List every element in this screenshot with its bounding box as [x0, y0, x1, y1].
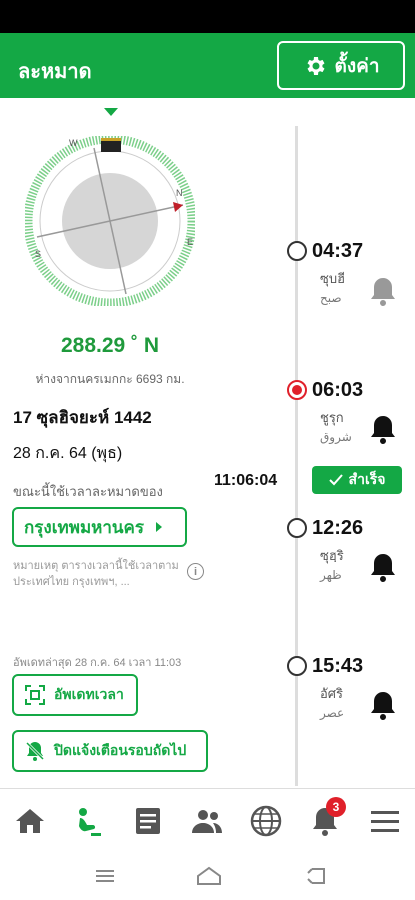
location-label: ขณะนี้ใช้เวลาละหมาดของ: [13, 484, 163, 499]
prayer-time: 06:03: [312, 379, 364, 401]
qibla-compass: N E S W: [23, 134, 197, 308]
prayer-timeline: [295, 126, 298, 786]
city-label: กรุงเทพมหานคร: [24, 517, 145, 537]
qr-scan-icon: [25, 685, 45, 705]
timeline-dot: [287, 518, 307, 538]
gregorian-date: 28 ก.ค. 64 (พุธ): [13, 445, 123, 462]
back-icon[interactable]: [306, 867, 328, 885]
prayer-name: ซุบฮี: [320, 271, 346, 286]
success-badge: สำเร็จ: [312, 466, 402, 494]
qibla-pointer-icon: [104, 108, 118, 116]
city-button[interactable]: กรุงเทพมหานคร: [12, 507, 187, 547]
globe-icon[interactable]: [248, 803, 284, 839]
compass-w-label: W: [69, 138, 78, 148]
system-navigation-bar: [0, 850, 415, 900]
document-icon[interactable]: [130, 803, 166, 839]
prayer-time: 04:37: [312, 240, 364, 262]
bottom-navigation: [0, 788, 415, 850]
mute-next-alert-button[interactable]: ปิดแจ้งเตือนรอบถัดไป: [12, 730, 208, 772]
timezone-note: หมายเหตุ ตารางเวลานี้ใช้เวลาตามประเทศไทย…: [13, 560, 179, 588]
people-icon[interactable]: [189, 803, 225, 839]
prayer-arabic-name: صبح: [320, 291, 342, 305]
prayer-name: ชูรุก: [320, 410, 344, 425]
timeline-dot-active: [287, 380, 307, 400]
current-time: 11:06:04: [214, 472, 278, 489]
page-title: ละหมาด: [18, 61, 92, 83]
chevron-right-icon: [156, 522, 163, 532]
bell-icon[interactable]: [368, 275, 398, 307]
prayer-name: อัศริ: [320, 686, 344, 701]
settings-button[interactable]: ตั้งค่า: [277, 41, 405, 90]
prayer-time: 12:26: [312, 517, 364, 539]
compass-s-label: S: [35, 249, 41, 259]
settings-label: ตั้งค่า: [334, 55, 380, 77]
kaaba-icon: [101, 138, 121, 152]
bell-icon[interactable]: [368, 413, 398, 445]
check-icon: [328, 474, 343, 486]
timeline-dot: [287, 241, 307, 261]
prayer-arabic-name: ظهر: [320, 568, 342, 582]
menu-icon[interactable]: [367, 803, 403, 839]
qibla-direction: 288.29 ˚ N: [60, 334, 160, 357]
home-icon[interactable]: [12, 803, 48, 839]
bell-icon[interactable]: [368, 551, 398, 583]
success-label: สำเร็จ: [348, 471, 386, 487]
status-bar: [0, 0, 415, 33]
timeline-dot: [287, 656, 307, 676]
last-updated: อัพเดทล่าสุด 28 ก.ค. 64 เวลา 11:03: [13, 657, 182, 669]
compass-e-label: E: [187, 237, 193, 247]
notification-count-badge: 3: [326, 797, 346, 817]
mecca-distance: ห่างจากนครเมกกะ 6693 กม.: [35, 372, 185, 386]
info-icon[interactable]: i: [187, 563, 204, 580]
bell-icon[interactable]: [368, 689, 398, 721]
prayer-time: 15:43: [312, 655, 364, 677]
update-time-button[interactable]: อัพเดทเวลา: [12, 674, 138, 716]
gear-icon: [307, 56, 324, 75]
mute-next-label: ปิดแจ้งเตือนรอบถัดไป: [54, 742, 187, 758]
prayer-name: ซุฮฺริ: [320, 548, 344, 563]
home-system-icon[interactable]: [196, 866, 222, 886]
prayer-arabic-name: عصر: [320, 706, 345, 720]
recent-apps-icon[interactable]: [95, 868, 115, 884]
hijri-date: 17 ซุลฮิจยะห์ 1442: [13, 408, 152, 427]
compass-n-label: N: [176, 188, 183, 198]
prayer-icon[interactable]: [71, 803, 107, 839]
bell-off-icon: [25, 741, 45, 761]
prayer-arabic-name: شروق: [320, 430, 352, 444]
update-time-label: อัพเดทเวลา: [54, 686, 124, 702]
